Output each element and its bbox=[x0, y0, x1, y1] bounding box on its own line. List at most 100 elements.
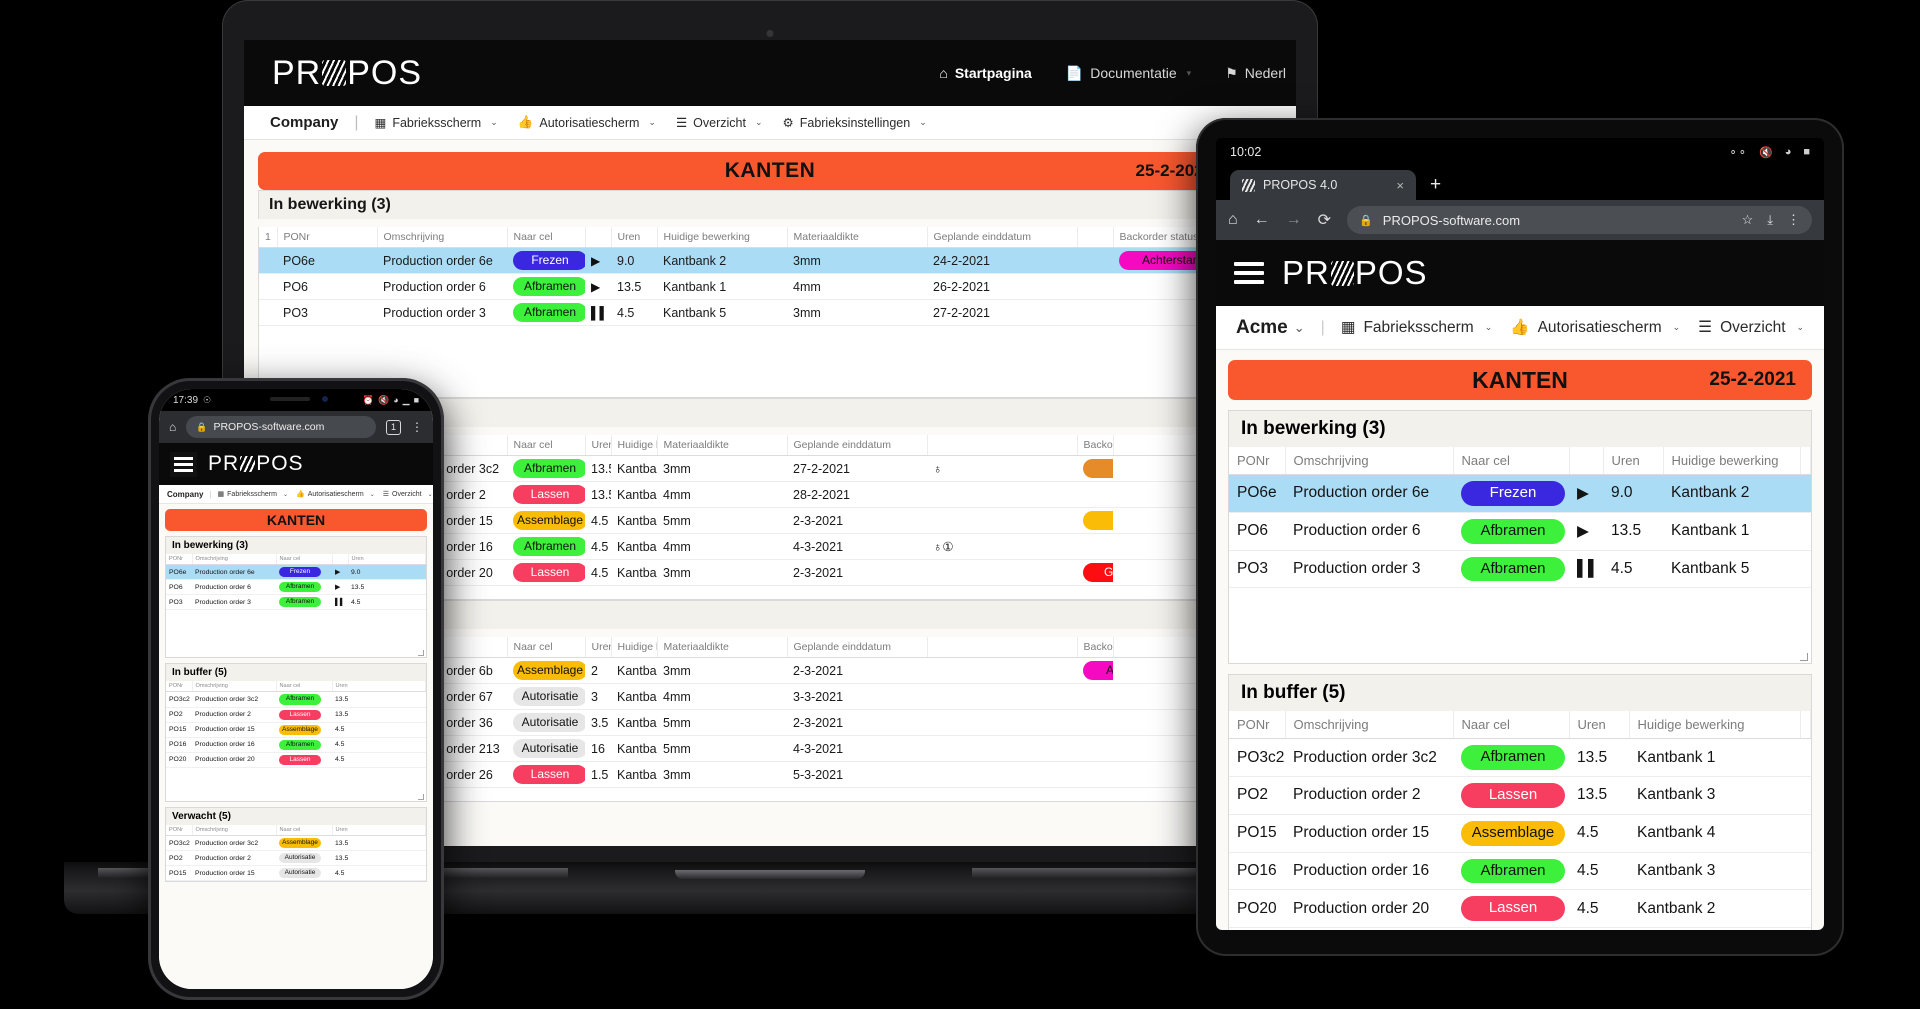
col-materiaaldikte[interactable]: Materiaaldikte bbox=[787, 227, 928, 248]
table-row[interactable]: PO16 Production order 16 Afbramen 4.5 Ka… bbox=[1229, 852, 1811, 891]
col-naar-cel[interactable]: Naar cel bbox=[1453, 447, 1570, 475]
col-state-icon[interactable] bbox=[585, 227, 612, 248]
panel-resize-handle[interactable] bbox=[166, 650, 426, 658]
menu-overzicht[interactable]: ☰ Overzicht ⌄ bbox=[1698, 318, 1804, 337]
table-row[interactable]: PO3 Production order 3 Afbramen ▌▌ 4.5 K… bbox=[259, 299, 1281, 326]
col-naar-cel[interactable]: Naar cel bbox=[1453, 711, 1570, 740]
menu-fabrieksinstellingen[interactable]: ⚙ Fabrieksinstellingen ⌄ bbox=[783, 115, 927, 131]
menu-autorisatiescherm[interactable]: 👍 Autorisatiescherm ⌄ bbox=[296, 490, 375, 499]
col-geplande-einddatum[interactable]: Geplande einddatum bbox=[787, 637, 928, 658]
table-row[interactable]: PO6e Production order 6e Frezen ▶ 9.0 bbox=[166, 564, 426, 581]
menu-overzicht[interactable]: ☰ Overzicht ⌄ bbox=[383, 490, 433, 499]
col-uren[interactable]: Uren bbox=[611, 227, 658, 248]
col-uren[interactable]: Uren bbox=[332, 681, 426, 693]
col-huidige-bewerking[interactable]: Huidige bewerking bbox=[611, 435, 658, 456]
col-naar-cel[interactable]: Naar cel bbox=[507, 227, 586, 248]
nav-startpagina[interactable]: ⌂ Startpagina bbox=[939, 65, 1031, 81]
menu-fabrieksscherm[interactable]: ▦ Fabrieksscherm ⌄ bbox=[375, 115, 498, 131]
overflow-menu-icon[interactable]: ⋮ bbox=[411, 420, 423, 434]
col-naar-cel[interactable]: Naar cel bbox=[276, 554, 333, 565]
table-row[interactable]: PO2 Production order 2 Autorisatie 13.5 bbox=[166, 850, 426, 867]
table-row[interactable]: PO6 Production order 6 Afbramen ▶ 13.5 K… bbox=[1229, 512, 1811, 551]
col-state-icon[interactable] bbox=[332, 554, 349, 565]
browser-tab[interactable]: PROPOS 4.0 × bbox=[1230, 170, 1416, 200]
col-ponr[interactable]: PONr bbox=[1229, 711, 1286, 740]
table-row[interactable]: PO2 Production order 2 Lassen 13.5 Kantb… bbox=[1229, 776, 1811, 815]
col-omschrijving[interactable]: Omschrijving bbox=[192, 554, 277, 565]
col-uren[interactable]: Uren bbox=[348, 554, 426, 565]
col-materiaaldikte[interactable]: Materiaaldikte bbox=[657, 637, 788, 658]
col-uren[interactable]: Uren bbox=[585, 637, 612, 658]
col-uren[interactable]: Uren bbox=[1603, 447, 1664, 475]
tab-count-button[interactable]: 1 bbox=[386, 419, 401, 435]
col-state-icon[interactable] bbox=[1569, 447, 1604, 475]
new-tab-button[interactable]: + bbox=[1430, 174, 1441, 196]
col-flags[interactable] bbox=[1077, 227, 1114, 248]
download-icon[interactable]: ⤓ bbox=[1767, 212, 1773, 228]
col-ponr[interactable]: PONr bbox=[277, 227, 378, 248]
panel-resize-handle[interactable] bbox=[166, 794, 426, 801]
table-row[interactable]: PO3c2 Production order 3c2 Assemblage 13… bbox=[166, 835, 426, 852]
table-row[interactable]: PO3 Production order 3 Afbramen ▌▌ 4.5 bbox=[166, 594, 426, 611]
overflow-menu-icon[interactable]: ⋮ bbox=[1787, 212, 1800, 228]
col-uren[interactable]: Uren bbox=[585, 435, 612, 456]
forward-icon[interactable]: → bbox=[1286, 211, 1302, 229]
col-uren[interactable]: Uren bbox=[332, 825, 426, 836]
propos-logo[interactable]: PR POS bbox=[1282, 254, 1428, 292]
col-naar-cel[interactable]: Naar cel bbox=[276, 825, 333, 836]
col-ponr[interactable]: PONr bbox=[1229, 447, 1286, 475]
table-row[interactable]: PO6 Production order 6 Afbramen ▶ 13.5 K… bbox=[259, 273, 1281, 300]
nav-documentatie[interactable]: 📄 Documentatie ▾ bbox=[1066, 65, 1191, 82]
col-ponr[interactable]: PONr bbox=[166, 554, 193, 565]
table-row[interactable]: PO15 Production order 15 Autorisatie 4.5 bbox=[166, 865, 426, 882]
close-icon[interactable]: × bbox=[1396, 178, 1404, 193]
col-index[interactable]: 1 bbox=[259, 227, 278, 248]
col-huidige-bewerking[interactable]: Huidige bewerking bbox=[1629, 711, 1801, 740]
table-row[interactable]: PO2 Production order 2 Lassen 13.5 bbox=[166, 707, 426, 723]
panel-resize-handle[interactable] bbox=[1229, 650, 1811, 664]
hamburger-menu-icon[interactable] bbox=[170, 451, 197, 477]
menu-autorisatiescherm[interactable]: 👍 Autorisatiescherm ⌄ bbox=[1510, 318, 1680, 337]
col-flags[interactable] bbox=[927, 435, 1078, 456]
col-uren[interactable]: Uren bbox=[1569, 711, 1630, 740]
col-omschrijving[interactable]: Omschrijving bbox=[192, 825, 277, 836]
col-ponr[interactable]: PONr bbox=[166, 681, 193, 693]
table-row[interactable]: PO16 Production order 16 Afbramen 4.5 bbox=[166, 737, 426, 753]
col-flags[interactable] bbox=[927, 637, 1078, 658]
col-geplande-einddatum[interactable]: Geplande einddatum bbox=[927, 227, 1078, 248]
company-selector[interactable]: Acme bbox=[1236, 317, 1288, 339]
chevron-down-icon[interactable]: ⌄ bbox=[1294, 320, 1305, 336]
table-row[interactable]: PO6e Production order 6e Frezen ▶ 9.0 Ka… bbox=[1229, 474, 1811, 513]
table-row[interactable]: PO3 Production order 3 Afbramen ▌▌ 4.5 K… bbox=[1229, 550, 1811, 589]
table-row[interactable]: PO6 Production order 6 Afbramen ▶ 13.5 bbox=[166, 579, 426, 596]
col-omschrijving[interactable]: Omschrijving bbox=[1285, 447, 1454, 475]
table-row[interactable]: PO20 Production order 20 Lassen 4.5 bbox=[166, 752, 426, 769]
menu-fabrieksscherm[interactable]: ▦ Fabrieksscherm ⌄ bbox=[1341, 318, 1492, 337]
col-materiaaldikte[interactable]: Materiaaldikte bbox=[657, 435, 788, 456]
table-row[interactable]: PO3c2 Production order 3c2 Afbramen 13.5 bbox=[166, 691, 426, 708]
hamburger-menu-icon[interactable] bbox=[1234, 262, 1264, 284]
col-naar-cel[interactable]: Naar cel bbox=[507, 435, 586, 456]
company-selector[interactable]: Company bbox=[167, 490, 203, 499]
col-huidige-bewerking[interactable]: Huidige bewerking bbox=[657, 227, 788, 248]
home-icon[interactable]: ⌂ bbox=[1228, 211, 1238, 229]
col-huidige-bewerking[interactable]: Huidige bewerking bbox=[1663, 447, 1801, 475]
menu-overzicht[interactable]: ☰ Overzicht ⌄ bbox=[676, 115, 763, 131]
home-icon[interactable]: ⌂ bbox=[169, 420, 176, 434]
col-omschrijving[interactable]: Omschrijving bbox=[1285, 711, 1454, 740]
col-naar-cel[interactable]: Naar cel bbox=[276, 681, 333, 693]
col-backorder-status[interactable]: Backorder status bbox=[1077, 637, 1114, 658]
back-icon[interactable]: ← bbox=[1254, 211, 1270, 229]
reload-icon[interactable]: ⟳ bbox=[1318, 210, 1331, 230]
col-ponr[interactable]: PONr bbox=[166, 825, 193, 836]
col-backorder-status[interactable]: Backorder status bbox=[1077, 435, 1114, 456]
bookmark-star-icon[interactable]: ☆ bbox=[1742, 212, 1754, 228]
col-omschrijving[interactable]: Omschrijving bbox=[192, 681, 277, 693]
table-row[interactable]: PO20 Production order 20 Lassen 4.5 Kant… bbox=[1229, 889, 1811, 928]
propos-logo[interactable]: PR POS bbox=[208, 452, 304, 476]
company-selector[interactable]: Company bbox=[270, 114, 338, 131]
col-huidige-bewerking[interactable]: Huidige bewerking bbox=[611, 637, 658, 658]
table-row[interactable]: PO15 Production order 15 Assemblage 4.5 bbox=[166, 722, 426, 738]
nav-language[interactable]: ⚑ Nederl bbox=[1225, 65, 1286, 82]
address-bar[interactable]: 🔒 PROPOS-software.com ☆ ⤓ ⋮ bbox=[1347, 206, 1812, 234]
